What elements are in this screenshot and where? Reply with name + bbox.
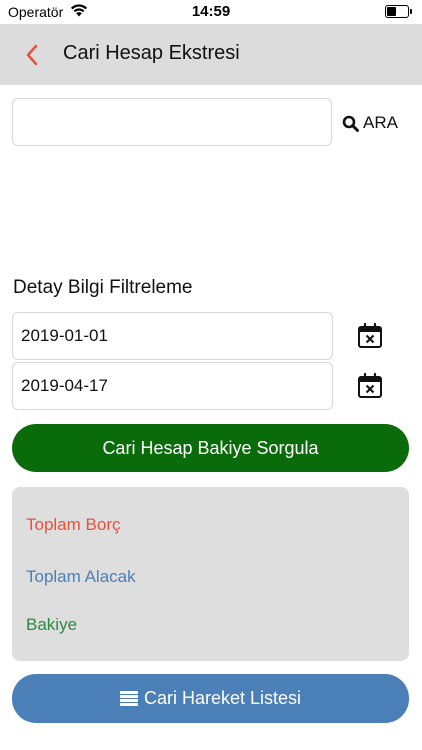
status-time: 14:59 <box>191 3 231 20</box>
search-icon <box>342 115 359 132</box>
calendar-clear-icon <box>358 322 382 348</box>
balance-query-button[interactable]: Cari Hesap Bakiye Sorgula <box>12 424 409 472</box>
page-title: Cari Hesap Ekstresi <box>63 42 240 64</box>
start-date-calendar-button[interactable] <box>356 322 384 350</box>
list-icon <box>119 691 138 706</box>
search-input[interactable] <box>12 98 332 146</box>
end-date-field[interactable]: 2019-04-17 <box>12 362 333 410</box>
calendar-clear-icon <box>358 372 382 398</box>
navigation-bar: Cari Hesap Ekstresi <box>0 24 422 85</box>
balance-label: Bakiye <box>26 615 78 634</box>
total-credit-label: Toplam Alacak <box>26 567 136 586</box>
transaction-list-button[interactable]: Cari Hareket Listesi <box>12 674 409 723</box>
search-button[interactable]: ARA <box>342 110 398 136</box>
summary-panel: Toplam Borç Toplam Alacak Bakiye <box>12 487 409 661</box>
search-button-label: ARA <box>363 113 398 132</box>
battery-level <box>387 7 396 16</box>
start-date-field[interactable]: 2019-01-01 <box>12 312 333 360</box>
chevron-left-icon <box>26 44 38 66</box>
battery-icon <box>385 5 412 18</box>
back-button[interactable] <box>20 42 46 68</box>
total-debt-label: Toplam Borç <box>26 515 121 534</box>
balance-query-button-label: Cari Hesap Bakiye Sorgula <box>102 437 319 458</box>
status-bar: Operatör 14:59 <box>0 0 422 24</box>
end-date-value: 2019-04-17 <box>21 376 108 395</box>
transaction-list-button-label: Cari Hareket Listesi <box>143 688 302 708</box>
filter-section-title: Detay Bilgi Filtreleme <box>13 277 193 298</box>
start-date-value: 2019-01-01 <box>21 326 108 345</box>
end-date-calendar-button[interactable] <box>356 372 384 400</box>
